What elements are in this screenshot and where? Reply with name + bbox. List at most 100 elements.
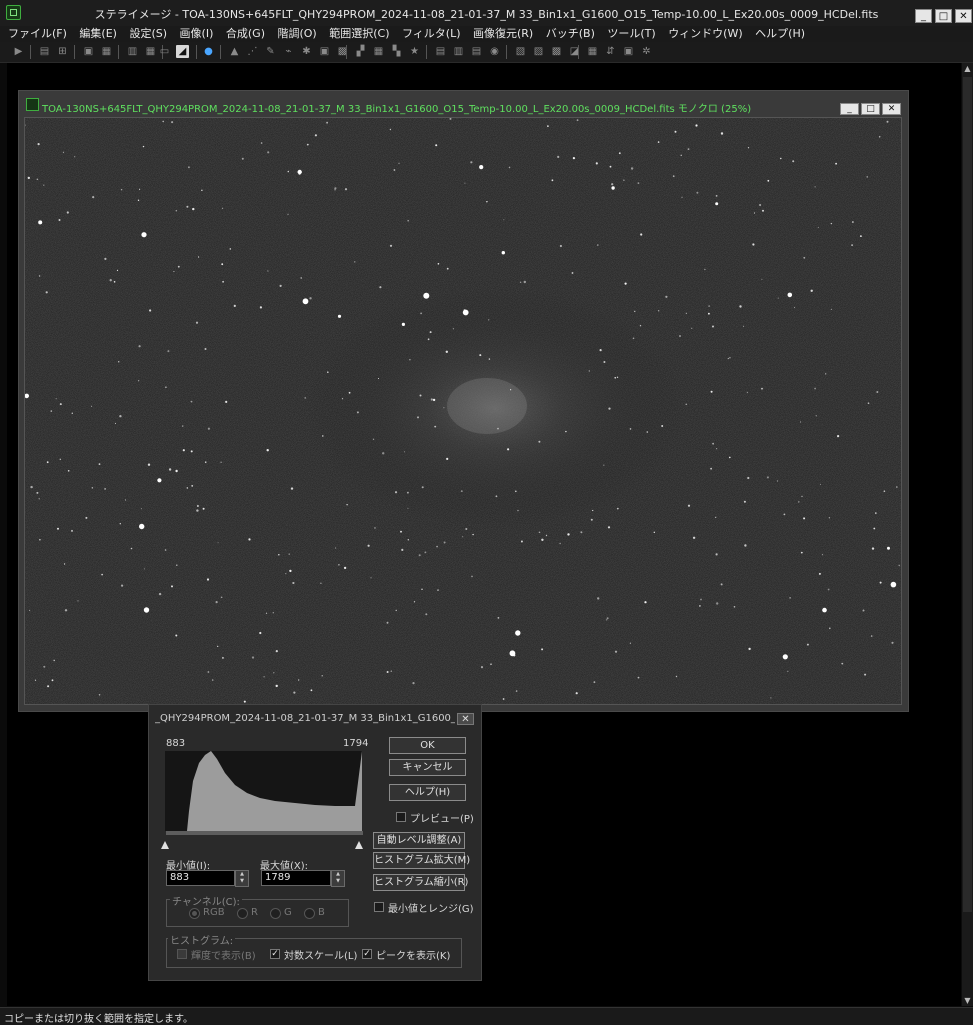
star xyxy=(559,244,563,248)
tool-icon[interactable]: ✱ xyxy=(300,45,313,58)
tool-icon[interactable]: ◉ xyxy=(488,45,501,58)
histogram-shrink-button[interactable]: ヒストグラム縮小(R) xyxy=(373,874,468,891)
tool-icon[interactable]: ▧ xyxy=(514,45,527,58)
menu-image[interactable]: 画像(I) xyxy=(180,26,214,42)
star xyxy=(120,189,123,191)
scroll-up-icon[interactable]: ▲ xyxy=(962,63,973,74)
tool-icon[interactable]: ▩ xyxy=(550,45,563,58)
star xyxy=(393,169,396,171)
min-value-spinner[interactable]: ▲ ▼ xyxy=(235,870,249,887)
menu-composite[interactable]: 合成(G) xyxy=(226,26,265,42)
scrollbar-thumb[interactable] xyxy=(963,77,972,912)
star xyxy=(443,541,446,544)
document-icon[interactable]: ▥ xyxy=(126,45,139,58)
paste-icon[interactable]: ▦ xyxy=(100,45,113,58)
save-icon[interactable]: ▤ xyxy=(38,45,51,58)
auto-level-button[interactable]: 自動レベル調整(A) xyxy=(373,832,465,849)
run-icon[interactable]: ▶ xyxy=(12,45,25,58)
tool-icon[interactable]: ▥ xyxy=(452,45,465,58)
histogram-icon[interactable]: ◢ xyxy=(176,45,189,58)
tool-icon[interactable]: ◪ xyxy=(568,45,581,58)
star xyxy=(162,120,164,123)
vertical-scrollbar[interactable]: ▲ ▼ xyxy=(962,63,973,1006)
min-value-input[interactable]: 883 xyxy=(166,870,235,886)
print-icon[interactable]: ⊞ xyxy=(56,45,69,58)
level-slider-track[interactable] xyxy=(166,831,363,835)
tool-icon[interactable]: ✲ xyxy=(640,45,653,58)
tool-icon[interactable]: ⇵ xyxy=(604,45,617,58)
tool-icon[interactable]: ▤ xyxy=(470,45,483,58)
star xyxy=(141,232,147,238)
tool-icon[interactable]: ▣ xyxy=(622,45,635,58)
star xyxy=(780,157,782,160)
preview-checkbox[interactable] xyxy=(396,812,406,822)
levels-icon[interactable]: ▲ xyxy=(228,45,241,58)
star xyxy=(798,501,800,503)
menu-batch[interactable]: バッチ(B) xyxy=(546,26,595,42)
menu-settings[interactable]: 設定(S) xyxy=(129,26,167,42)
menu-restore[interactable]: 画像復元(R) xyxy=(473,26,533,42)
image-minimize-button[interactable]: _ xyxy=(840,103,859,115)
menu-window[interactable]: ウィンドウ(W) xyxy=(668,26,742,42)
star xyxy=(699,605,701,607)
show-peak-checkbox[interactable]: ✓ xyxy=(362,949,372,959)
star xyxy=(167,350,170,353)
maximize-button[interactable]: □ xyxy=(935,9,952,23)
dialog-close-button[interactable]: ✕ xyxy=(457,713,474,725)
image-close-button[interactable]: ✕ xyxy=(882,103,901,115)
max-slider-handle[interactable] xyxy=(355,841,363,849)
max-value-input[interactable]: 1789 xyxy=(261,870,331,886)
close-button[interactable]: ✕ xyxy=(955,9,972,23)
star xyxy=(680,154,682,156)
curves-icon[interactable]: ⋰ xyxy=(246,45,259,58)
image-maximize-button[interactable]: □ xyxy=(861,103,880,115)
tool-icon[interactable]: ▨ xyxy=(532,45,545,58)
image-window-icon[interactable] xyxy=(26,98,39,111)
cancel-button[interactable]: キャンセル xyxy=(389,759,466,776)
menu-edit[interactable]: 編集(E) xyxy=(79,26,117,42)
star xyxy=(25,124,27,126)
menu-selection[interactable]: 範囲選択(C) xyxy=(329,26,389,42)
min-slider-handle[interactable] xyxy=(161,841,169,849)
tool-icon[interactable]: ⌁ xyxy=(282,45,295,58)
star xyxy=(412,682,415,685)
star-icon[interactable]: ★ xyxy=(408,45,421,58)
menu-help[interactable]: ヘルプ(H) xyxy=(755,26,805,42)
tool-icon[interactable]: ▣ xyxy=(318,45,331,58)
star xyxy=(182,425,184,427)
tool-icon[interactable]: ▚ xyxy=(390,45,403,58)
star xyxy=(139,523,145,530)
histogram-expand-button[interactable]: ヒストグラム拡大(M) xyxy=(373,852,470,869)
menu-tools[interactable]: ツール(T) xyxy=(607,26,655,42)
min-and-range-checkbox[interactable] xyxy=(374,902,384,912)
menu-filter[interactable]: フィルタ(L) xyxy=(402,26,461,42)
histogram-range-max: 1794 xyxy=(343,738,369,749)
minimize-button[interactable]: _ xyxy=(915,9,932,23)
tool-icon[interactable]: ▦ xyxy=(586,45,599,58)
grid-icon[interactable]: ▦ xyxy=(144,45,157,58)
star xyxy=(597,244,599,246)
star xyxy=(45,291,48,294)
channel-b-radio xyxy=(304,908,315,919)
log-scale-checkbox[interactable]: ✓ xyxy=(270,949,280,959)
max-value-spinner[interactable]: ▲ ▼ xyxy=(331,870,345,887)
tool-icon[interactable]: ▩ xyxy=(336,45,349,58)
star xyxy=(691,327,693,329)
star xyxy=(104,488,106,490)
copy-icon[interactable]: ▣ xyxy=(82,45,95,58)
menu-levels[interactable]: 階調(O) xyxy=(277,26,316,42)
scroll-down-icon[interactable]: ▼ xyxy=(962,995,973,1006)
tool-icon[interactable]: ▤ xyxy=(434,45,447,58)
tool-icon[interactable]: ▦ xyxy=(372,45,385,58)
histogram[interactable] xyxy=(165,751,362,831)
help-button[interactable]: ヘルプ(H) xyxy=(389,784,466,801)
star xyxy=(828,517,831,519)
star xyxy=(130,547,133,550)
info-icon[interactable]: ● xyxy=(202,45,215,58)
astro-image[interactable] xyxy=(24,117,902,705)
tool-icon[interactable]: ▞ xyxy=(354,45,367,58)
tool-icon[interactable]: ✎ xyxy=(264,45,277,58)
monitor-icon[interactable]: ▭ xyxy=(158,45,171,58)
menu-file[interactable]: ファイル(F) xyxy=(8,26,67,42)
ok-button[interactable]: OK xyxy=(389,737,466,754)
